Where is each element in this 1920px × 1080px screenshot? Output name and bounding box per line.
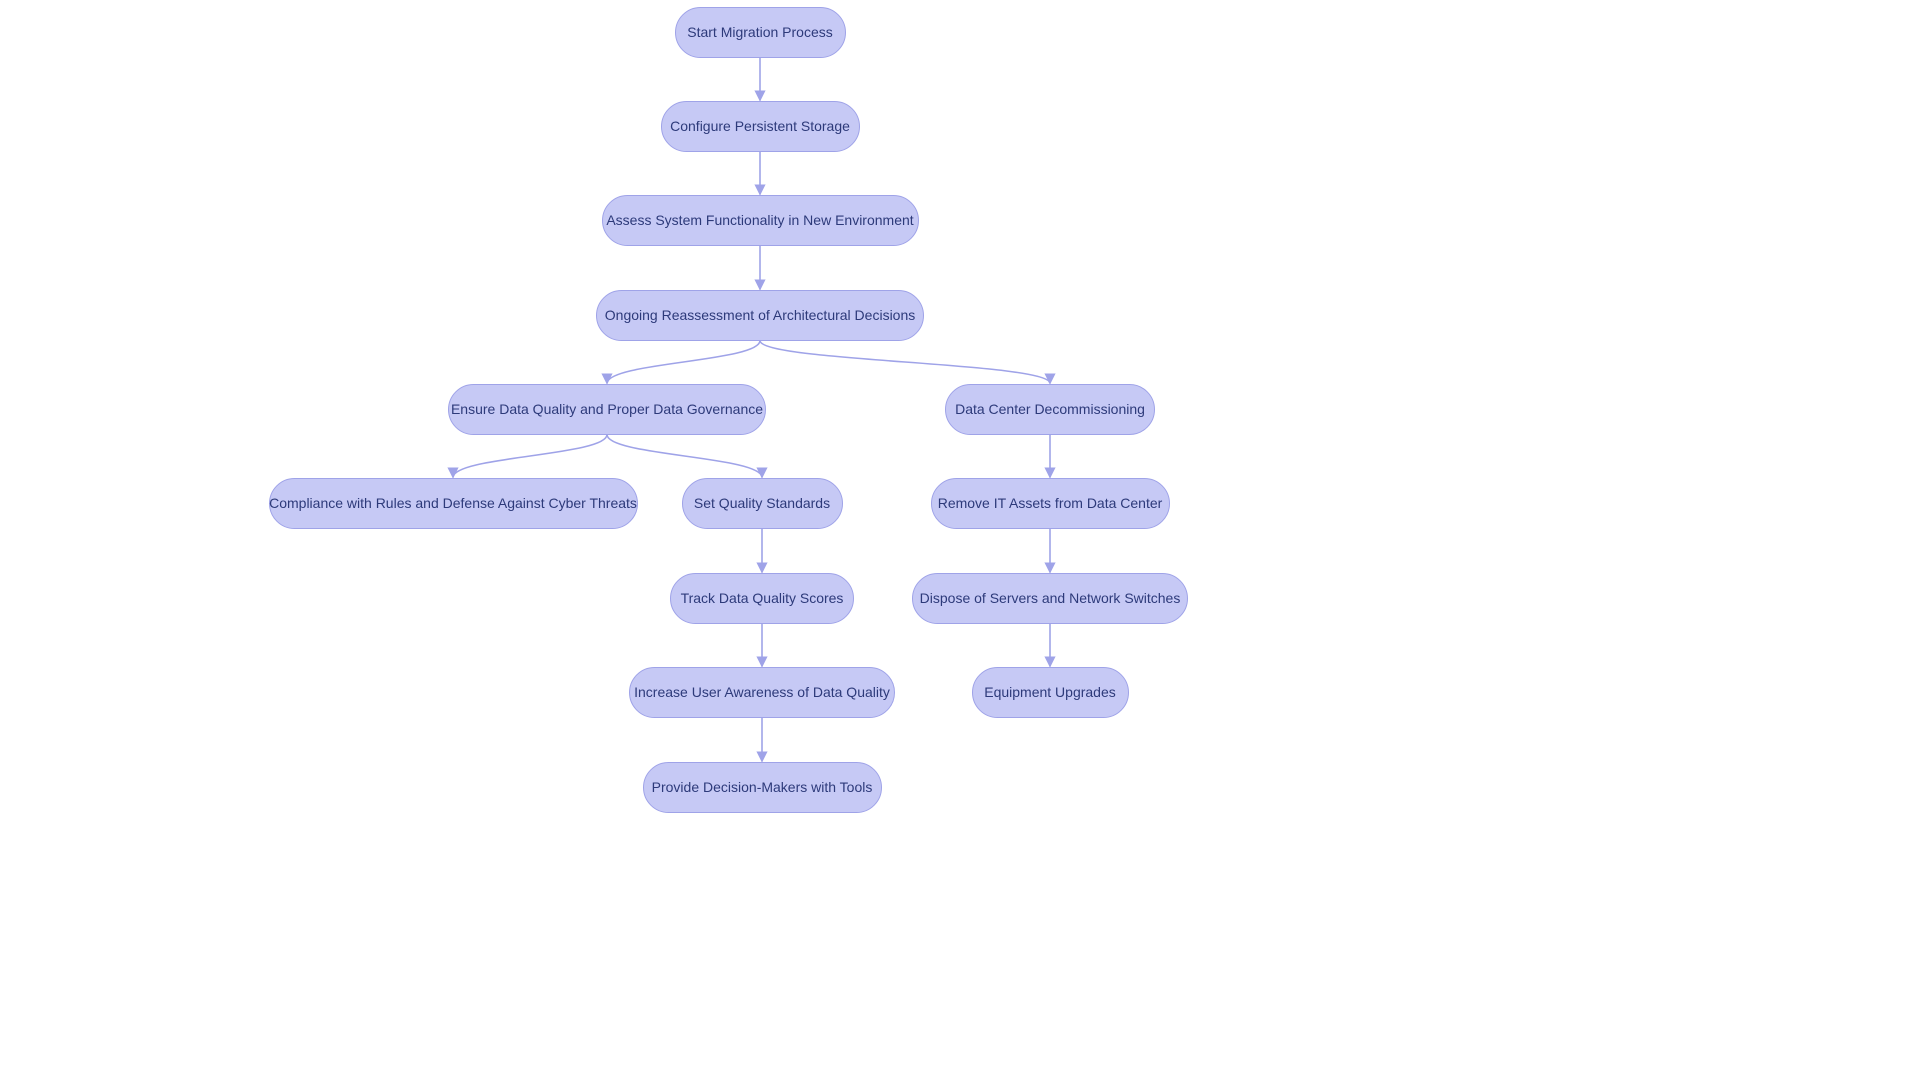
flow-node-label: Data Center Decommissioning (955, 401, 1145, 417)
flow-node-label: Start Migration Process (687, 24, 833, 40)
flow-edge (453, 435, 607, 478)
flow-node: Assess System Functionality in New Envir… (602, 195, 919, 246)
flow-node: Start Migration Process (675, 7, 846, 58)
flow-node: Set Quality Standards (682, 478, 843, 529)
flow-node-label: Provide Decision-Makers with Tools (652, 779, 873, 795)
flow-node-label: Dispose of Servers and Network Switches (920, 590, 1181, 606)
flow-node-label: Assess System Functionality in New Envir… (606, 212, 913, 228)
flow-node-label: Configure Persistent Storage (670, 118, 850, 134)
flow-node: Data Center Decommissioning (945, 384, 1155, 435)
flow-node-label: Compliance with Rules and Defense Agains… (269, 495, 637, 511)
flow-node: Ongoing Reassessment of Architectural De… (596, 290, 924, 341)
flow-node: Track Data Quality Scores (670, 573, 854, 624)
flow-edge (607, 341, 760, 384)
flow-node-label: Equipment Upgrades (984, 684, 1116, 700)
flow-node-label: Remove IT Assets from Data Center (938, 495, 1163, 511)
flow-node: Equipment Upgrades (972, 667, 1129, 718)
flow-node-label: Increase User Awareness of Data Quality (634, 684, 890, 700)
flow-node-label: Ongoing Reassessment of Architectural De… (605, 307, 915, 323)
flow-node: Increase User Awareness of Data Quality (629, 667, 895, 718)
flow-node: Dispose of Servers and Network Switches (912, 573, 1188, 624)
edges-layer (0, 0, 1920, 1080)
flow-node-label: Ensure Data Quality and Proper Data Gove… (451, 401, 763, 417)
flow-node: Remove IT Assets from Data Center (931, 478, 1170, 529)
flowchart-canvas: Start Migration Process Configure Persist… (0, 0, 1920, 1080)
flow-node-label: Set Quality Standards (694, 495, 830, 511)
flow-edge (607, 435, 762, 478)
flow-node-label: Track Data Quality Scores (681, 590, 844, 606)
flow-node: Compliance with Rules and Defense Agains… (269, 478, 638, 529)
flow-node: Provide Decision-Makers with Tools (643, 762, 882, 813)
flow-node: Configure Persistent Storage (661, 101, 860, 152)
flow-edge (760, 341, 1050, 384)
flow-node: Ensure Data Quality and Proper Data Gove… (448, 384, 766, 435)
